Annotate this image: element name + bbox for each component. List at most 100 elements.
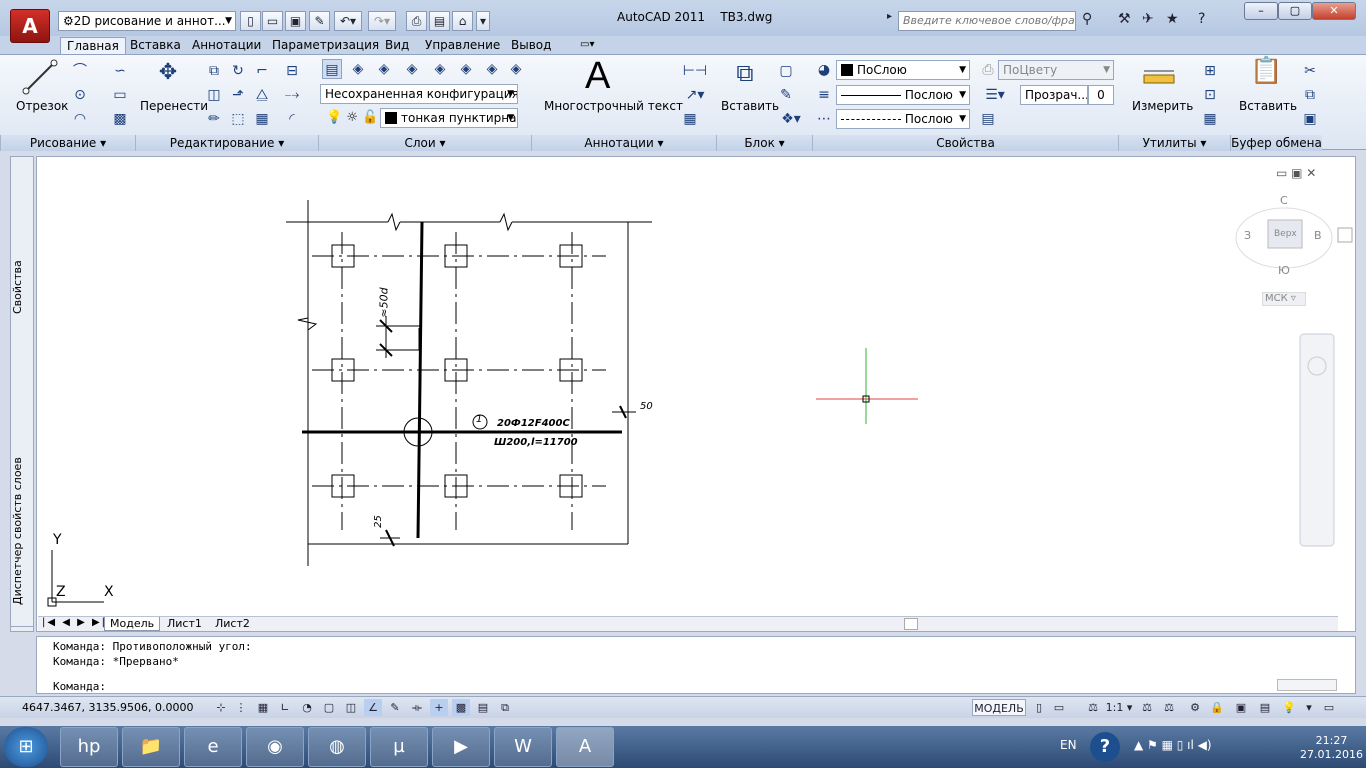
performance-icon[interactable]: ▤ bbox=[1256, 699, 1274, 716]
list-icon[interactable]: ☰▾ bbox=[978, 85, 1012, 105]
maximize-button[interactable]: ▢ bbox=[1278, 2, 1312, 20]
ortho-icon[interactable]: ∟ bbox=[276, 699, 294, 716]
search-input[interactable]: Введите ключевое слово/фразу bbox=[898, 11, 1076, 31]
utorrent-icon[interactable]: µ bbox=[370, 727, 428, 767]
tab-view[interactable]: Вид bbox=[379, 37, 415, 54]
annotation-visibility-icon[interactable]: ⚖ bbox=[1138, 699, 1156, 716]
tool-icon[interactable]: ⌂ bbox=[452, 11, 473, 31]
word-icon[interactable]: W bbox=[494, 727, 552, 767]
workspace-switch-icon[interactable]: ⚙ bbox=[1186, 699, 1204, 716]
hatch-icon[interactable]: ▩ bbox=[110, 109, 130, 129]
3d-osnap-icon[interactable]: ◫ bbox=[342, 699, 360, 716]
lineweight-combo[interactable]: Послою ▼ bbox=[836, 85, 970, 105]
media-icon[interactable]: ◉ bbox=[246, 727, 304, 767]
qa-dropdown-icon[interactable]: ▾ bbox=[476, 11, 490, 31]
layer-icon-2[interactable]: ◈ bbox=[348, 59, 368, 79]
start-button[interactable]: ⊞ bbox=[4, 727, 48, 767]
polar-icon[interactable]: ◔ bbox=[298, 699, 316, 716]
line-button[interactable]: Отрезок bbox=[16, 99, 68, 113]
quick-select-icon[interactable]: ⊞ bbox=[1200, 61, 1220, 81]
ribbon-minimize-icon[interactable]: ▭▾ bbox=[574, 37, 600, 54]
circle-icon[interactable]: ⊙ bbox=[70, 85, 90, 105]
tab-home[interactable]: Главная bbox=[60, 37, 126, 54]
erase-icon[interactable]: ✏ bbox=[204, 109, 224, 129]
measure-button[interactable]: Измерить bbox=[1132, 99, 1193, 113]
save-as-icon[interactable]: ✎ bbox=[309, 11, 330, 31]
tray-icons[interactable]: ▲ ⚑ ▦ ▯ ıl ◀) bbox=[1134, 738, 1212, 752]
tab-manage[interactable]: Управление bbox=[419, 37, 506, 54]
layer-icon-8[interactable]: ◈ bbox=[506, 59, 526, 79]
save-icon[interactable]: ▣ bbox=[285, 11, 306, 31]
favorites-star-icon[interactable]: ★ bbox=[1166, 11, 1179, 27]
snap-icon[interactable]: ⋮ bbox=[232, 699, 250, 716]
leader-icon[interactable]: ↗▾ bbox=[680, 85, 710, 105]
polyline-icon[interactable]: ⌒ bbox=[70, 61, 90, 81]
viewcube-south[interactable]: Ю bbox=[1278, 264, 1290, 277]
layer-status-icons[interactable]: 💡 ☼ 🔓 bbox=[326, 110, 378, 125]
utilities-panel-label[interactable]: Утилиты ▾ bbox=[1118, 135, 1230, 151]
viewcube-east[interactable]: В bbox=[1314, 229, 1322, 242]
quick-view-drawings-icon[interactable]: ▭ bbox=[1050, 699, 1068, 716]
tab-output[interactable]: Вывод bbox=[505, 37, 557, 54]
copy-icon[interactable]: ⧉ bbox=[204, 61, 224, 81]
color-wheel-icon[interactable]: ◕ bbox=[814, 60, 834, 80]
new-file-icon[interactable]: ▯ bbox=[240, 11, 261, 31]
sc-icon[interactable]: ⧉ bbox=[496, 699, 514, 716]
stretch-icon[interactable]: ⬏ bbox=[228, 85, 248, 105]
auto-scale-icon[interactable]: ⚖ bbox=[1160, 699, 1178, 716]
attribute-icon[interactable]: ❖▾ bbox=[776, 109, 806, 129]
paste-special-icon[interactable]: ▣ bbox=[1300, 109, 1320, 129]
quick-view-layouts-icon[interactable]: ▯ bbox=[1030, 699, 1048, 716]
rectangle-icon[interactable]: ▭ bbox=[110, 85, 130, 105]
open-folder-icon[interactable]: ▭ bbox=[262, 11, 283, 31]
paste-button[interactable]: Вставить bbox=[1239, 99, 1297, 113]
layer-icon-4[interactable]: ◈ bbox=[402, 59, 422, 79]
autocad-icon[interactable]: A bbox=[556, 727, 614, 767]
properties-panel-label[interactable]: Свойства bbox=[812, 135, 1118, 151]
cut-icon[interactable]: ✂ bbox=[1300, 61, 1320, 81]
ducs-icon[interactable]: ✎ bbox=[386, 699, 404, 716]
ie-icon[interactable]: e bbox=[184, 727, 242, 767]
insert-button[interactable]: Вставить bbox=[721, 99, 779, 113]
hp-icon[interactable]: hp bbox=[60, 727, 118, 767]
help-circle-icon[interactable]: ? bbox=[1090, 732, 1120, 762]
layer-state-combo[interactable]: Несохраненная конфигурация сл ▼ bbox=[320, 84, 518, 104]
trim-icon[interactable]: ⌐ bbox=[252, 61, 272, 81]
properties-palette-tab[interactable]: Свойства bbox=[11, 217, 33, 357]
layer-icon-7[interactable]: ◈ bbox=[482, 59, 502, 79]
layer-manager-palette-tab[interactable]: Диспетчер свойств слоев bbox=[11, 437, 33, 627]
status-menu-icon[interactable]: ▾ bbox=[1302, 699, 1316, 716]
match-properties-icon[interactable]: ▤ bbox=[978, 109, 998, 129]
language-indicator[interactable]: EN bbox=[1060, 738, 1077, 752]
tab-layout2[interactable]: Лист2 bbox=[210, 617, 255, 631]
layer-icon-3[interactable]: ◈ bbox=[374, 59, 394, 79]
infer-constraints-icon[interactable]: ⊹ bbox=[212, 699, 230, 716]
exchange-icon[interactable]: ✈ bbox=[1142, 11, 1154, 27]
clean-screen-icon[interactable]: ▭ bbox=[1320, 699, 1338, 716]
tab-parametric[interactable]: Параметризация bbox=[266, 37, 385, 54]
mtext-button[interactable]: Многострочный текст bbox=[544, 99, 683, 113]
clock[interactable]: 21:27 27.01.2016 bbox=[1300, 734, 1363, 762]
plotstyle-combo[interactable]: ПоЦвету ▼ bbox=[998, 60, 1114, 80]
arc-icon[interactable]: ◠ bbox=[70, 109, 90, 129]
clipboard-panel-label[interactable]: Буфер обмена bbox=[1230, 135, 1322, 151]
subscription-icon[interactable]: ⚒ bbox=[1118, 11, 1131, 27]
draw-panel-label[interactable]: Рисование ▾ bbox=[0, 135, 135, 151]
isolate-objects-icon[interactable]: 💡 bbox=[1280, 699, 1298, 716]
minimize-button[interactable]: – bbox=[1244, 2, 1278, 20]
drawing-canvas[interactable] bbox=[36, 156, 1356, 632]
dimension-icon[interactable]: ⊢⊣ bbox=[680, 61, 710, 81]
model-space-button[interactable]: МОДЕЛЬ bbox=[972, 699, 1026, 716]
explode-icon[interactable]: ⤍ bbox=[282, 85, 302, 105]
rotate-icon[interactable]: ↻ bbox=[228, 61, 248, 81]
block-panel-label[interactable]: Блок ▾ bbox=[716, 135, 812, 151]
modify-panel-label[interactable]: Редактирование ▾ bbox=[135, 135, 318, 151]
dyn-icon[interactable]: ⟛ bbox=[408, 699, 426, 716]
edit-block-icon[interactable]: ✎ bbox=[776, 85, 796, 105]
array-icon[interactable]: ▦ bbox=[252, 109, 272, 129]
help-icon[interactable]: ? bbox=[1198, 11, 1205, 27]
mirror2-icon[interactable]: ⧋ bbox=[252, 85, 272, 105]
qp-icon[interactable]: ▤ bbox=[474, 699, 492, 716]
horizontal-scroll-thumb[interactable] bbox=[904, 618, 918, 630]
tab-layout1[interactable]: Лист1 bbox=[162, 617, 207, 631]
